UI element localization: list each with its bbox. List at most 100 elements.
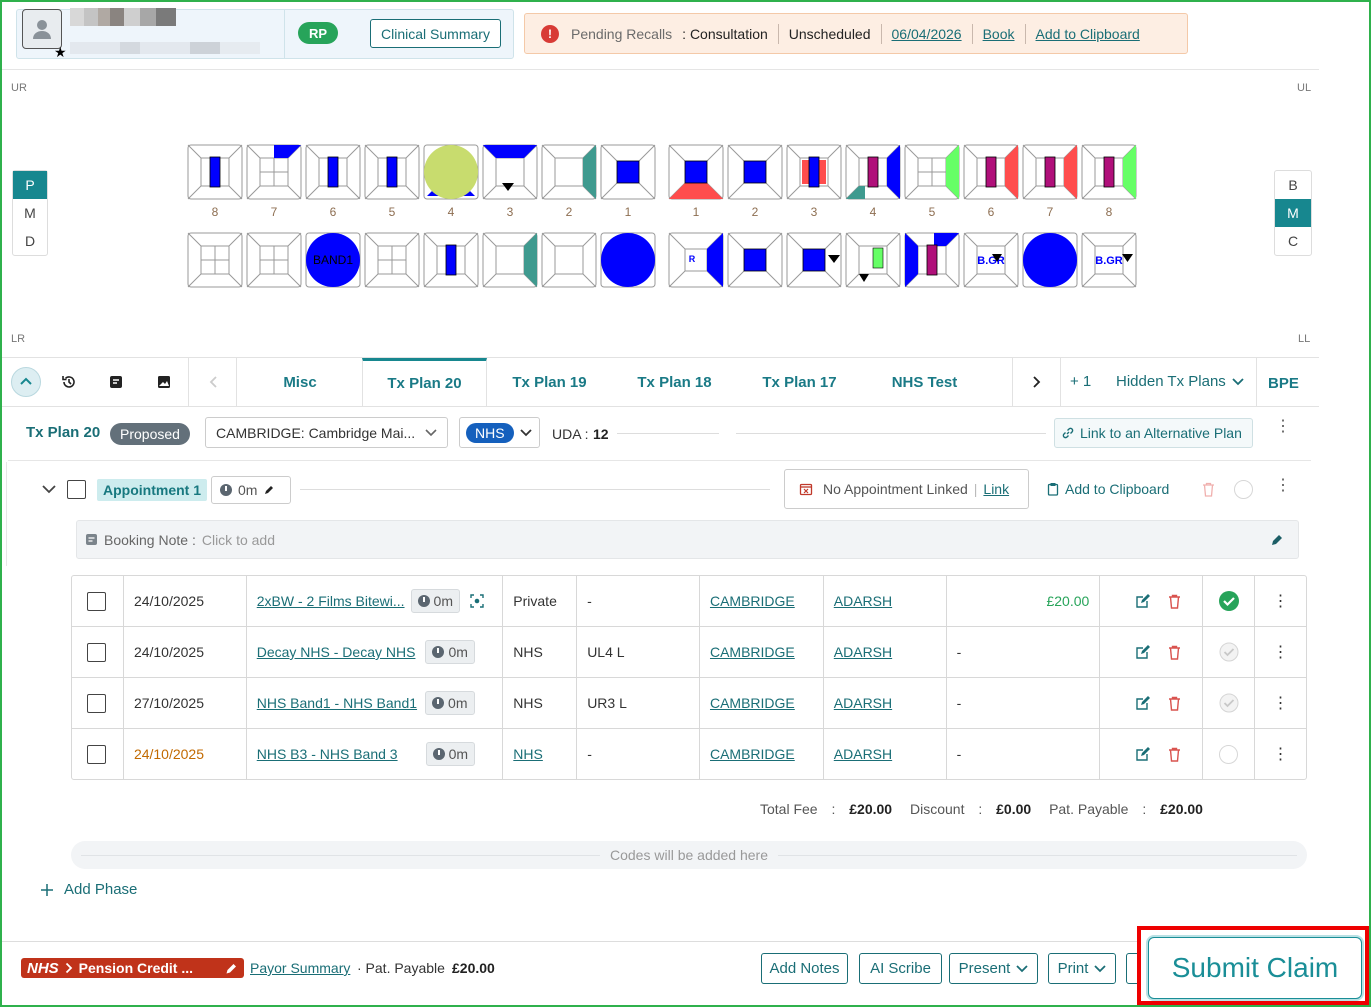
- tooth-lr4[interactable]: [423, 232, 479, 288]
- tooth-ul7[interactable]: [1022, 144, 1078, 200]
- pending-check-icon[interactable]: [1219, 642, 1239, 662]
- row-clinician-link[interactable]: ADARSH: [834, 593, 892, 609]
- appointment-more-menu-icon[interactable]: ⋮: [1275, 478, 1291, 494]
- view-m-button[interactable]: M: [13, 199, 47, 227]
- row-payor-link[interactable]: NHS: [513, 746, 543, 762]
- row-duration[interactable]: 0m: [425, 691, 475, 715]
- edit-icon[interactable]: [1136, 696, 1151, 710]
- view-b-button[interactable]: B: [1275, 171, 1311, 199]
- completed-check-icon[interactable]: [1218, 591, 1239, 611]
- row-treatment-link[interactable]: NHS Band1 - NHS Band1: [257, 695, 417, 711]
- row-checkbox[interactable]: [87, 693, 106, 713]
- tab-nhs-test[interactable]: NHS Test: [862, 358, 987, 406]
- row-treatment-link[interactable]: Decay NHS - Decay NHS: [257, 644, 416, 660]
- row-clinician-link[interactable]: ADARSH: [834, 746, 892, 762]
- payor-select[interactable]: NHS: [459, 417, 540, 448]
- row-duration[interactable]: 0m: [410, 589, 460, 613]
- tooth-ul1[interactable]: [668, 144, 724, 200]
- tooth-ll1[interactable]: R: [668, 232, 724, 288]
- appointment-duration[interactable]: 0m: [211, 476, 291, 504]
- image-icon[interactable]: [156, 374, 172, 390]
- row-clinic-link[interactable]: CAMBRIDGE: [710, 593, 795, 609]
- row-duration[interactable]: 0m: [425, 640, 475, 664]
- appointment-checkbox[interactable]: [67, 480, 86, 499]
- row-more-menu-icon[interactable]: ⋮: [1255, 627, 1306, 677]
- present-dropdown[interactable]: Present: [949, 953, 1038, 984]
- trash-icon[interactable]: [1168, 594, 1181, 609]
- row-clinician-link[interactable]: ADARSH: [834, 695, 892, 711]
- hidden-tx-plans-dropdown[interactable]: Hidden Tx Plans: [1116, 373, 1244, 390]
- chevron-down-icon[interactable]: [42, 484, 56, 494]
- tooth-ll7[interactable]: [1022, 232, 1078, 288]
- table-row[interactable]: 27/10/2025 NHS Band1 - NHS Band1 0m NHS …: [72, 678, 1306, 729]
- row-clinician-link[interactable]: ADARSH: [834, 644, 892, 660]
- tooth-ur8[interactable]: [187, 144, 243, 200]
- payor-tag[interactable]: NHS Pension Credit ...: [21, 958, 244, 978]
- tooth-ll5[interactable]: [904, 232, 960, 288]
- tab-misc[interactable]: Misc: [238, 358, 362, 406]
- trash-icon[interactable]: [1202, 482, 1215, 497]
- row-treatment-link[interactable]: NHS B3 - NHS Band 3: [257, 746, 398, 762]
- plan-status-badge[interactable]: Proposed: [110, 423, 190, 445]
- tabs-scroll-left-button[interactable]: [188, 358, 237, 406]
- view-p-button[interactable]: P: [13, 171, 47, 199]
- tooth-ll6[interactable]: B.GR: [963, 232, 1019, 288]
- scan-icon[interactable]: [470, 594, 484, 608]
- notes-icon[interactable]: [108, 374, 124, 390]
- trash-icon[interactable]: [1168, 747, 1181, 762]
- tooth-lr7[interactable]: [246, 232, 302, 288]
- tooth-ur6[interactable]: [305, 144, 361, 200]
- tab-bpe[interactable]: BPE: [1268, 375, 1299, 392]
- codes-dropzone[interactable]: Codes will be added here: [71, 841, 1307, 869]
- add-phase-button[interactable]: Add Phase: [40, 881, 137, 898]
- tooth-ll8[interactable]: B.GR: [1081, 232, 1137, 288]
- tooth-ll2[interactable]: [727, 232, 783, 288]
- rp-badge[interactable]: RP: [298, 22, 338, 44]
- row-checkbox[interactable]: [87, 642, 106, 662]
- clinical-summary-button[interactable]: Clinical Summary: [370, 19, 501, 48]
- tooth-ll3[interactable]: [786, 232, 842, 288]
- row-more-menu-icon[interactable]: ⋮: [1255, 729, 1306, 779]
- edit-icon[interactable]: [1136, 747, 1151, 761]
- row-checkbox[interactable]: [87, 744, 106, 764]
- tab-tx-plan-17[interactable]: Tx Plan 17: [737, 358, 862, 406]
- tooth-lr3[interactable]: [482, 232, 538, 288]
- tooth-ll4[interactable]: [845, 232, 901, 288]
- view-d-button[interactable]: D: [13, 227, 47, 255]
- add-to-clipboard-link[interactable]: Add to Clipboard: [1036, 26, 1140, 42]
- pencil-icon[interactable]: [225, 962, 238, 975]
- tooth-ul8[interactable]: [1081, 144, 1137, 200]
- tooth-lr5[interactable]: [364, 232, 420, 288]
- tooth-ur2[interactable]: [541, 144, 597, 200]
- tooth-lr2[interactable]: [541, 232, 597, 288]
- add-plan-count[interactable]: + 1: [1070, 373, 1091, 390]
- tooth-ur1[interactable]: [600, 144, 656, 200]
- tooth-ul2[interactable]: [727, 144, 783, 200]
- booking-note[interactable]: Booking Note : Click to add: [76, 520, 1299, 559]
- table-row[interactable]: 24/10/2025 NHS B3 - NHS Band 3 0m NHS - …: [72, 729, 1306, 779]
- row-clinic-link[interactable]: CAMBRIDGE: [710, 746, 795, 762]
- link-appointment-link[interactable]: Link: [983, 481, 1009, 497]
- edit-icon[interactable]: [1136, 594, 1151, 608]
- row-clinic-link[interactable]: CAMBRIDGE: [710, 644, 795, 660]
- ai-scribe-button[interactable]: AI Scribe: [859, 953, 942, 984]
- tooth-ul5[interactable]: [904, 144, 960, 200]
- avatar[interactable]: [22, 9, 62, 49]
- link-alternative-plan-button[interactable]: Link to an Alternative Plan: [1054, 418, 1253, 448]
- edit-icon[interactable]: [1136, 645, 1151, 659]
- row-treatment-link[interactable]: 2xBW - 2 Films Bitewi...: [257, 593, 405, 609]
- row-checkbox[interactable]: [87, 591, 106, 611]
- pencil-icon[interactable]: [1270, 533, 1284, 547]
- tab-tx-plan-18[interactable]: Tx Plan 18: [612, 358, 737, 406]
- recall-date-link[interactable]: 06/04/2026: [892, 26, 962, 42]
- tooth-ul3[interactable]: [786, 144, 842, 200]
- row-more-menu-icon[interactable]: ⋮: [1255, 678, 1306, 728]
- row-more-menu-icon[interactable]: ⋮: [1255, 576, 1306, 626]
- tooth-ur5[interactable]: [364, 144, 420, 200]
- tooth-lr1[interactable]: [600, 232, 656, 288]
- tooth-lr6[interactable]: BAND1: [305, 232, 361, 288]
- tab-tx-plan-20[interactable]: Tx Plan 20: [362, 358, 487, 406]
- view-m-button[interactable]: M: [1275, 199, 1311, 227]
- tooth-ul6[interactable]: [963, 144, 1019, 200]
- view-c-button[interactable]: C: [1275, 227, 1311, 255]
